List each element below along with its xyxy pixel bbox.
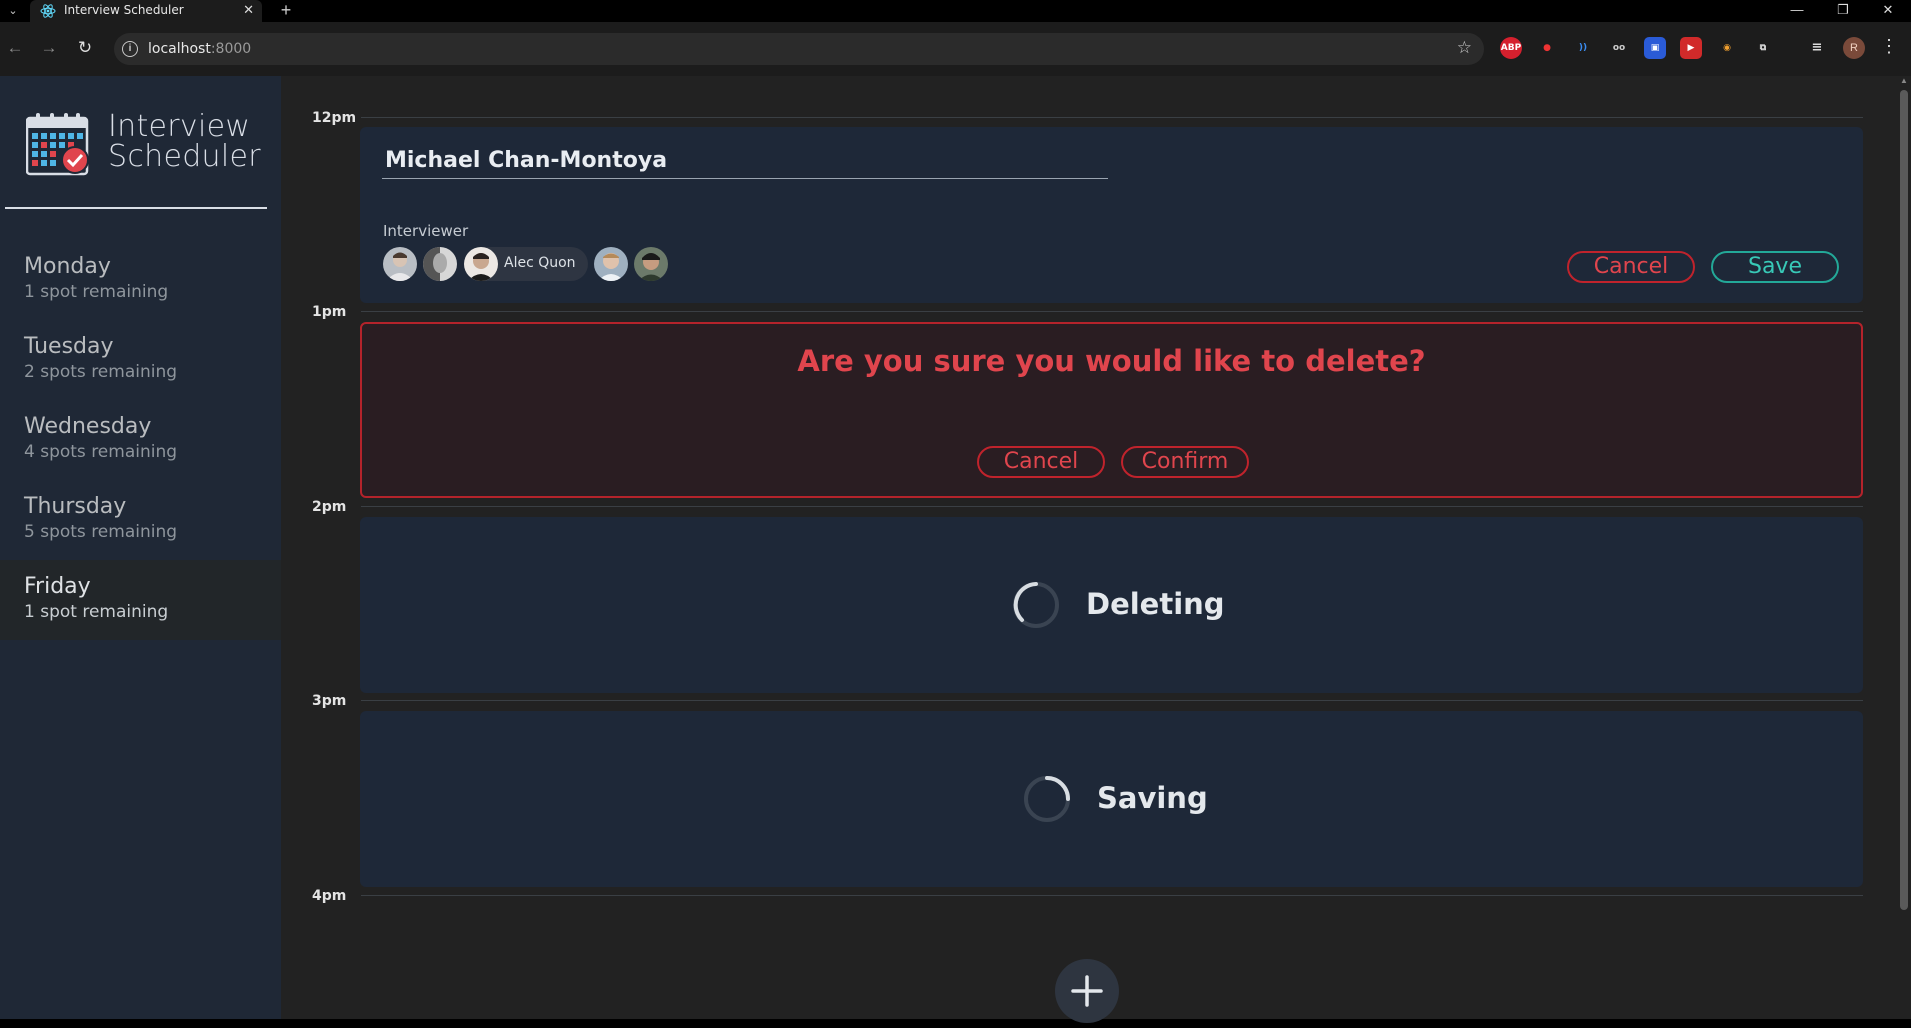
media-queue-icon[interactable]: ≡ <box>1806 37 1828 59</box>
new-tab-button[interactable]: + <box>276 0 296 20</box>
hour-divider <box>361 311 1863 312</box>
interviewer-avatar <box>464 247 498 281</box>
hour-label-2pm: 2pm <box>312 499 347 515</box>
address-bar[interactable]: i localhost:8000 ☆ <box>114 33 1484 65</box>
browser-menu-icon[interactable]: ⋮ <box>1880 36 1898 57</box>
extensions-puzzle-icon[interactable]: ⧉ <box>1752 37 1774 59</box>
hour-divider <box>361 700 1863 701</box>
day-item-friday[interactable]: Friday 1 spot remaining <box>0 560 281 640</box>
scroll-thumb[interactable] <box>1900 90 1908 910</box>
hour-label-12pm: 12pm <box>312 110 357 126</box>
app-title-line1: Interview <box>108 109 251 144</box>
react-logo-icon <box>40 4 56 18</box>
browser-toolbar: ← → ↻ i localhost:8000 ☆ ABP ● )) oo ▣ ▶… <box>0 22 1911 76</box>
hour-divider <box>361 117 1863 118</box>
selected-interviewer[interactable]: Alec Quon <box>464 247 588 281</box>
profile-avatar[interactable]: R <box>1843 37 1865 59</box>
day-name: Wednesday <box>24 414 152 439</box>
day-spots: 1 spot remaining <box>24 602 169 622</box>
app-title: Interview Scheduler <box>108 112 261 172</box>
day-name: Tuesday <box>24 334 114 359</box>
saving-status: Saving <box>360 711 1863 887</box>
day-item-monday[interactable]: Monday 1 spot remaining <box>0 240 281 320</box>
schedule: 12pm 1pm 2pm 3pm 4pm Interviewer <box>281 76 1911 1023</box>
interviewer-label: Interviewer <box>383 222 469 240</box>
extension-icon-waves[interactable]: )) <box>1572 37 1594 59</box>
extension-icon-color[interactable]: ◉ <box>1716 37 1738 59</box>
extension-icon-glasses[interactable]: oo <box>1608 37 1630 59</box>
page-scrollbar[interactable]: ▲ <box>1897 76 1911 1019</box>
back-arrow-icon[interactable]: ← <box>2 35 28 61</box>
minimize-window-icon[interactable]: — <box>1774 0 1820 22</box>
status-message: Saving <box>1097 781 1208 815</box>
loading-spinner-icon <box>1024 776 1070 822</box>
day-item-thursday[interactable]: Thursday 5 spots remaining <box>0 480 281 560</box>
day-name: Thursday <box>24 494 127 519</box>
selected-interviewer-name: Alec Quon <box>504 255 576 271</box>
day-name: Friday <box>24 574 91 599</box>
day-spots: 5 spots remaining <box>24 522 178 542</box>
appointment-form: Interviewer Alec Quon <box>360 127 1863 303</box>
interviewer-avatar[interactable] <box>634 247 668 281</box>
tab-list-chevron-icon[interactable]: ⌄ <box>4 2 22 20</box>
form-save-button[interactable]: Save <box>1711 251 1839 283</box>
url-port: :8000 <box>210 41 252 57</box>
forward-arrow-icon[interactable]: → <box>36 35 62 61</box>
day-item-tuesday[interactable]: Tuesday 2 spots remaining <box>0 320 281 400</box>
day-name: Monday <box>24 254 111 279</box>
hour-divider <box>361 506 1863 507</box>
reload-icon[interactable]: ↻ <box>72 35 98 61</box>
sidebar-divider <box>5 207 267 209</box>
interviewer-avatar[interactable] <box>594 247 628 281</box>
day-spots: 4 spots remaining <box>24 442 178 462</box>
day-item-wednesday[interactable]: Wednesday 4 spots remaining <box>0 400 281 480</box>
add-appointment-button[interactable] <box>1055 959 1119 1023</box>
browser-tab-bar: ⌄ Interview Scheduler ✕ + — ❐ ✕ <box>0 0 1911 22</box>
plus-icon <box>1071 975 1103 1007</box>
browser-tab[interactable]: Interview Scheduler ✕ <box>30 0 262 22</box>
deleting-status: Deleting <box>360 517 1863 693</box>
hour-label-1pm: 1pm <box>312 304 347 320</box>
restore-window-icon[interactable]: ❐ <box>1820 0 1866 22</box>
site-info-icon[interactable]: i <box>122 41 138 57</box>
extension-icon-shield[interactable]: ▣ <box>1644 37 1666 59</box>
extension-icon-red[interactable]: ● <box>1536 37 1558 59</box>
app-root: Interview Scheduler Monday 1 spot remain… <box>0 76 1911 1023</box>
interviewer-avatar[interactable] <box>383 247 417 281</box>
confirm-message: Are you sure you would like to delete? <box>797 344 1426 378</box>
confirm-delete-button[interactable]: Confirm <box>1121 446 1249 478</box>
adblock-extension-icon[interactable]: ABP <box>1500 37 1522 59</box>
url-host: localhost <box>148 41 211 57</box>
day-spots: 2 spots remaining <box>24 362 178 382</box>
delete-confirmation: Are you sure you would like to delete? C… <box>360 322 1863 498</box>
status-message: Deleting <box>1086 587 1225 621</box>
tab-title: Interview Scheduler <box>64 3 184 17</box>
interviewer-avatar[interactable] <box>423 247 457 281</box>
calendar-logo-icon <box>26 113 89 176</box>
url-text[interactable]: localhost:8000 <box>148 41 251 57</box>
scroll-up-icon[interactable]: ▲ <box>1899 76 1909 85</box>
confirm-cancel-button[interactable]: Cancel <box>977 446 1105 478</box>
sidebar: Interview Scheduler Monday 1 spot remain… <box>0 76 281 1019</box>
day-spots: 1 spot remaining <box>24 282 169 302</box>
form-cancel-button[interactable]: Cancel <box>1567 251 1695 283</box>
hour-label-4pm: 4pm <box>312 888 347 904</box>
student-name-input[interactable] <box>382 143 1108 179</box>
extension-icon-youtube[interactable]: ▶ <box>1680 37 1702 59</box>
tab-close-icon[interactable]: ✕ <box>243 2 254 18</box>
hour-divider <box>361 895 1863 896</box>
close-window-icon[interactable]: ✕ <box>1865 0 1911 22</box>
loading-spinner-icon <box>1013 582 1059 628</box>
app-title-line2: Scheduler <box>108 139 261 174</box>
bookmark-star-icon[interactable]: ☆ <box>1457 38 1472 58</box>
hour-label-3pm: 3pm <box>312 693 347 709</box>
